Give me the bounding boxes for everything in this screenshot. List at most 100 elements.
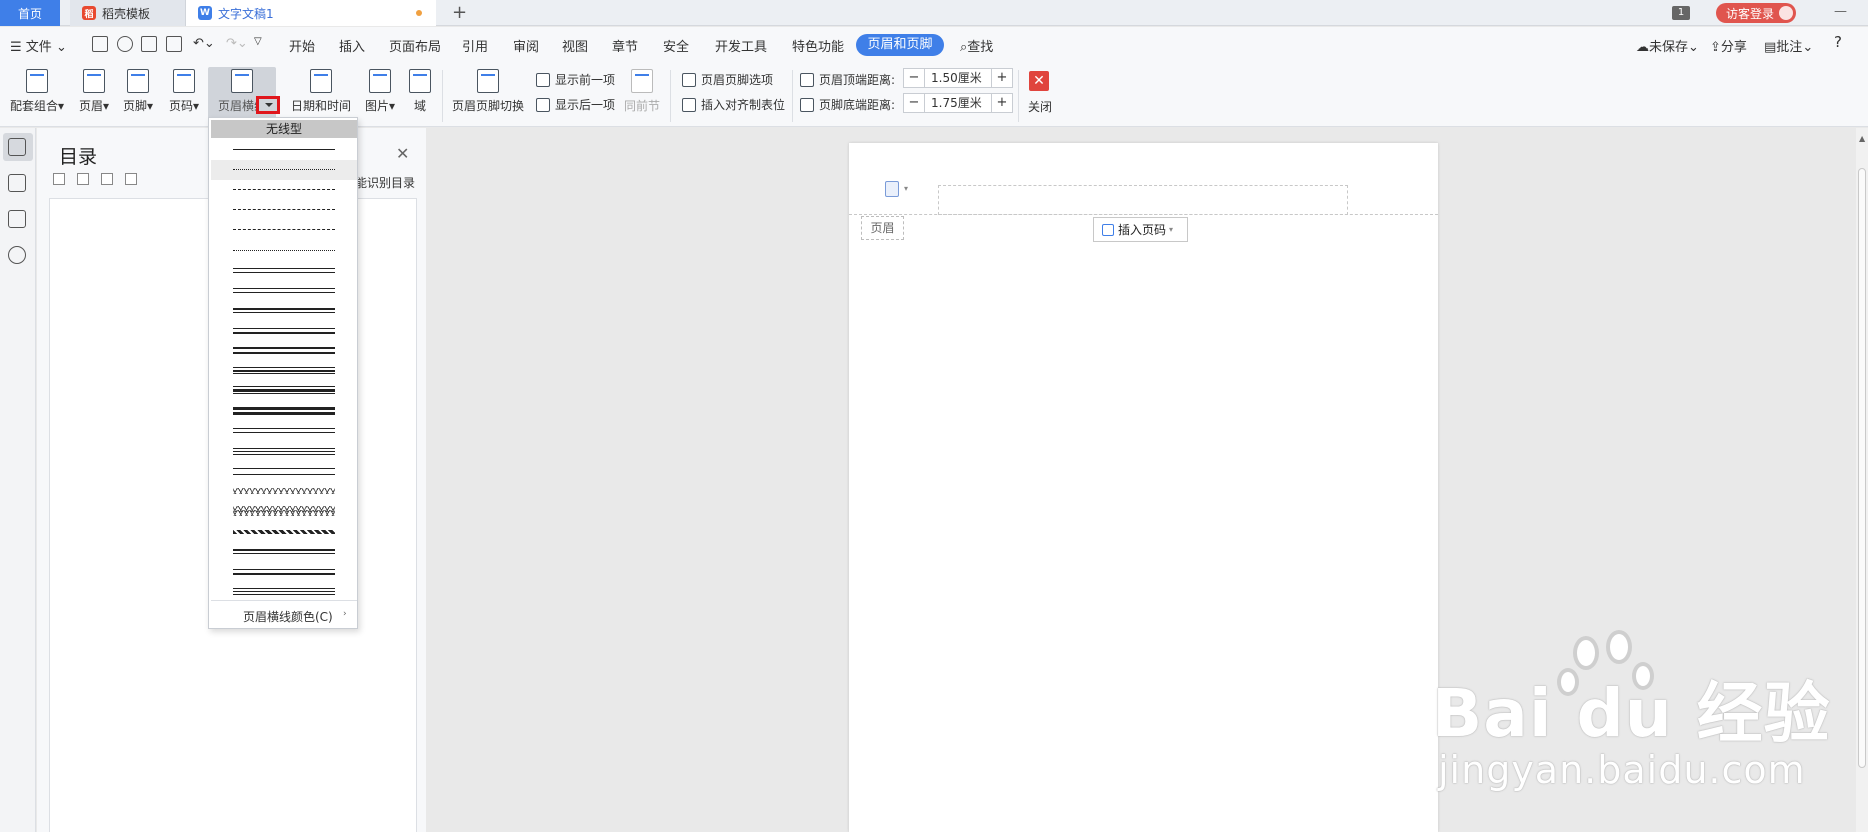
close-icon[interactable]: ✕: [396, 144, 409, 163]
menu-item-insert[interactable]: 插入: [339, 36, 365, 55]
save-icon[interactable]: [92, 36, 108, 52]
menu-item-header-footer[interactable]: 页眉和页脚: [856, 34, 944, 56]
menu-item-chapter[interactable]: 章节: [612, 36, 638, 55]
header-button[interactable]: 页眉▾: [74, 67, 114, 123]
show-next-button[interactable]: 显示后一项: [536, 96, 615, 113]
scrollbar-thumb[interactable]: [1858, 168, 1866, 768]
tab-home[interactable]: 首页: [0, 0, 60, 26]
menu-item-start[interactable]: 开始: [289, 36, 315, 55]
menu-item-review[interactable]: 审阅: [513, 36, 539, 55]
close-header-footer-label[interactable]: 关闭: [1028, 98, 1052, 115]
line-style-option[interactable]: [211, 281, 357, 301]
file-menu[interactable]: ☰ 文件 ⌄: [10, 36, 67, 55]
help-icon[interactable]: ?: [1834, 33, 1842, 51]
line-style-option[interactable]: [211, 220, 357, 240]
redo-icon[interactable]: ↷⌄: [226, 36, 248, 51]
line-style-option[interactable]: [211, 482, 357, 502]
line-style-option[interactable]: [211, 200, 357, 220]
line-style-option[interactable]: [211, 462, 357, 482]
remove-level-icon[interactable]: [125, 173, 137, 185]
outline-nav-icon[interactable]: [8, 174, 26, 192]
page-number-button[interactable]: 页码▾: [164, 67, 204, 123]
picture-button[interactable]: 图片▾: [360, 67, 400, 123]
header-editing-area[interactable]: [938, 185, 1348, 215]
header-footer-switch-button[interactable]: 页眉页脚切换: [450, 67, 526, 123]
tab-template[interactable]: 稻 稻壳模板: [70, 0, 186, 26]
line-style-option[interactable]: [211, 160, 357, 181]
undo-icon[interactable]: ↶⌄: [193, 36, 215, 51]
header-top-distance-text: 页眉顶端距离:: [819, 73, 896, 87]
bookmark-nav-icon[interactable]: [8, 210, 26, 228]
combo-button[interactable]: 配套组合▾: [6, 67, 68, 123]
add-level-icon[interactable]: [101, 173, 113, 185]
insert-page-number-button[interactable]: 插入页码 ▾: [1093, 217, 1188, 242]
header-top-distance-input[interactable]: 1.50厘米: [925, 68, 991, 88]
print-icon[interactable]: [141, 36, 157, 52]
document-page[interactable]: [849, 143, 1438, 832]
same-as-previous-button[interactable]: 同前节: [622, 67, 662, 123]
search-button[interactable]: ⌕查找: [960, 36, 993, 55]
line-style-option[interactable]: [211, 562, 357, 582]
menu-item-view[interactable]: 视图: [562, 36, 588, 55]
line-style-option[interactable]: [211, 361, 357, 381]
increase-header-distance-button[interactable]: +: [991, 68, 1013, 88]
unsaved-button[interactable]: ☁未保存⌄: [1636, 36, 1699, 55]
line-style-option[interactable]: [211, 381, 357, 401]
guest-login-button[interactable]: 访客登录: [1716, 3, 1796, 23]
line-style-option[interactable]: [211, 261, 357, 281]
line-style-option[interactable]: [211, 321, 357, 341]
footer-bottom-distance-input[interactable]: 1.75厘米: [925, 93, 991, 113]
minimize-icon[interactable]: —: [1834, 4, 1847, 19]
field-button[interactable]: 域: [408, 67, 432, 123]
date-time-button[interactable]: 日期和时间: [290, 67, 352, 123]
header-line-color-item[interactable]: 页眉横线颜色(C): [243, 608, 333, 625]
menu-item-references[interactable]: 引用: [462, 36, 488, 55]
vertical-scrollbar[interactable]: ▲: [1856, 128, 1868, 832]
header-options-icon[interactable]: [885, 181, 899, 197]
increase-footer-distance-button[interactable]: +: [991, 93, 1013, 113]
line-style-none[interactable]: 无线型: [211, 120, 357, 138]
header-footer-options-button[interactable]: 页眉页脚选项: [682, 71, 773, 88]
format-painter-icon[interactable]: [117, 36, 133, 52]
new-tab-button[interactable]: +: [452, 2, 467, 23]
header-line-dropdown-arrow[interactable]: [256, 96, 280, 114]
menu-item-security[interactable]: 安全: [663, 36, 689, 55]
find-nav-icon[interactable]: [8, 246, 26, 264]
show-previous-button[interactable]: 显示前一项: [536, 71, 615, 88]
line-style-preview: [233, 169, 335, 171]
toc-nav-icon[interactable]: [8, 138, 26, 156]
decrease-footer-distance-button[interactable]: −: [903, 93, 925, 113]
decrease-header-distance-button[interactable]: −: [903, 68, 925, 88]
line-style-option[interactable]: [211, 542, 357, 562]
menu-item-page-layout[interactable]: 页面布局: [389, 36, 441, 55]
line-style-option[interactable]: [211, 180, 357, 200]
line-style-option[interactable]: [211, 341, 357, 361]
line-style-option[interactable]: [211, 442, 357, 462]
expand-up-icon[interactable]: [77, 173, 89, 185]
header-top-distance-stepper[interactable]: − 1.50厘米 +: [903, 68, 1013, 88]
header-options-arrow-icon[interactable]: ▾: [904, 184, 908, 193]
comment-button[interactable]: ▤批注⌄: [1764, 36, 1813, 55]
scroll-up-icon[interactable]: ▲: [1859, 134, 1865, 143]
insert-tab-stop-button[interactable]: 插入对齐制表位: [682, 96, 785, 113]
tab-document[interactable]: W 文字文稿1: [186, 0, 436, 26]
footer-button[interactable]: 页脚▾: [118, 67, 158, 123]
print-preview-icon[interactable]: [166, 36, 182, 52]
window-count-badge[interactable]: 1: [1672, 6, 1690, 20]
line-style-option[interactable]: [211, 522, 357, 542]
quick-access-more-icon[interactable]: ▽: [254, 36, 262, 47]
line-style-option[interactable]: [211, 502, 357, 522]
share-button[interactable]: ⇪分享: [1710, 36, 1747, 55]
menu-item-developer[interactable]: 开发工具: [715, 36, 767, 55]
line-style-option[interactable]: [211, 140, 357, 160]
expand-down-icon[interactable]: [53, 173, 65, 185]
close-header-footer-icon[interactable]: ✕: [1029, 71, 1049, 91]
footer-bottom-distance-stepper[interactable]: − 1.75厘米 +: [903, 93, 1013, 113]
smart-toc-button[interactable]: 能识别目录: [355, 174, 415, 191]
line-style-option[interactable]: [211, 401, 357, 421]
header-line-button[interactable]: 页眉横线: [208, 67, 276, 123]
line-style-option[interactable]: [211, 421, 357, 441]
menu-item-features[interactable]: 特色功能: [792, 36, 844, 55]
line-style-option[interactable]: [211, 301, 357, 321]
line-style-option[interactable]: [211, 241, 357, 261]
